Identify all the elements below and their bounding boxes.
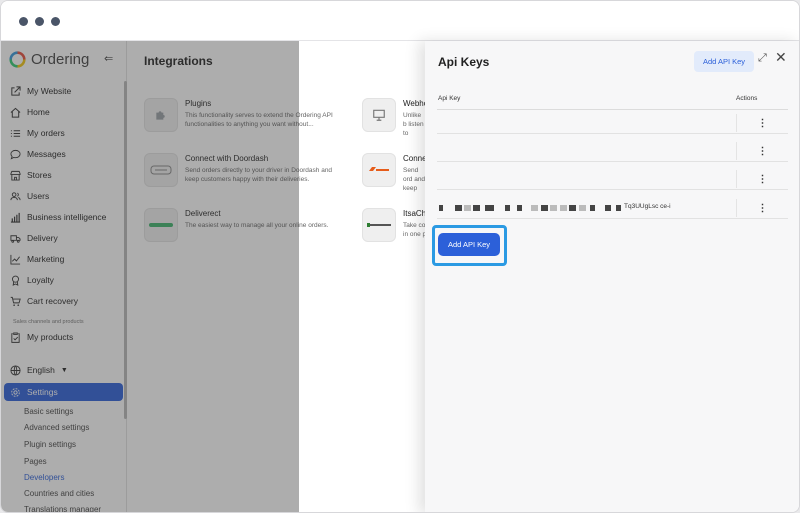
close-icon[interactable]: ✕: [775, 49, 787, 66]
card-description: Take co in one p: [403, 222, 425, 238]
integration-card-webhooks[interactable]: Webho Unlike b listen to: [362, 98, 425, 138]
more-vertical-icon: ⋮: [757, 145, 768, 157]
row-actions-menu[interactable]: ⋮: [736, 142, 788, 160]
integration-card-lalamove[interactable]: Conne Send ord and keep: [362, 153, 425, 193]
browser-window: Ordering ⇐ My Website Home My orders Mes…: [0, 0, 800, 513]
row-actions-menu[interactable]: ⋮: [736, 114, 788, 132]
expand-icon[interactable]: ⤢: [758, 52, 767, 65]
window-dot: [51, 17, 60, 26]
column-header-actions: Actions: [736, 95, 758, 102]
card-description: Unlike b listen to: [403, 112, 424, 137]
monitor-icon: [362, 98, 396, 132]
row-actions-menu[interactable]: ⋮: [736, 199, 788, 217]
column-header-api-key: Api Key: [438, 95, 461, 102]
table-divider: [437, 109, 788, 110]
add-api-key-button[interactable]: Add API Key: [438, 233, 500, 256]
api-keys-panel: Api Keys Add API Key ⤢ ✕ Api Key Actions…: [425, 41, 799, 512]
integration-card-itsacheckmate[interactable]: ItsaCh Take co in one p: [362, 208, 425, 248]
table-row: ⋮: [437, 140, 788, 162]
itsacheckmate-logo: [362, 208, 396, 242]
more-vertical-icon: ⋮: [757, 117, 768, 129]
add-api-key-header-button[interactable]: Add API Key: [694, 51, 754, 72]
window-dot: [35, 17, 44, 26]
more-vertical-icon: ⋮: [757, 173, 768, 185]
card-title: ItsaCh: [403, 209, 425, 218]
row-actions-menu[interactable]: ⋮: [736, 170, 788, 188]
card-description: Send ord and keep: [403, 167, 425, 192]
window-dot: [19, 17, 28, 26]
window-titlebar: [1, 1, 799, 41]
app-root: Ordering ⇐ My Website Home My orders Mes…: [1, 41, 799, 512]
table-row: ⋮: [437, 168, 788, 190]
lalamove-logo: [362, 153, 396, 187]
api-key-text: Tq3UUgLsc ce-i: [624, 203, 671, 210]
panel-title: Api Keys: [438, 55, 490, 69]
modal-backdrop[interactable]: [1, 41, 299, 512]
table-row: ⋮: [437, 112, 788, 134]
table-row: Tq3UUgLsc ce-i ⋮: [437, 197, 788, 219]
card-title: Conne: [403, 154, 425, 163]
more-vertical-icon: ⋮: [757, 202, 768, 214]
card-title: Webho: [403, 99, 425, 108]
